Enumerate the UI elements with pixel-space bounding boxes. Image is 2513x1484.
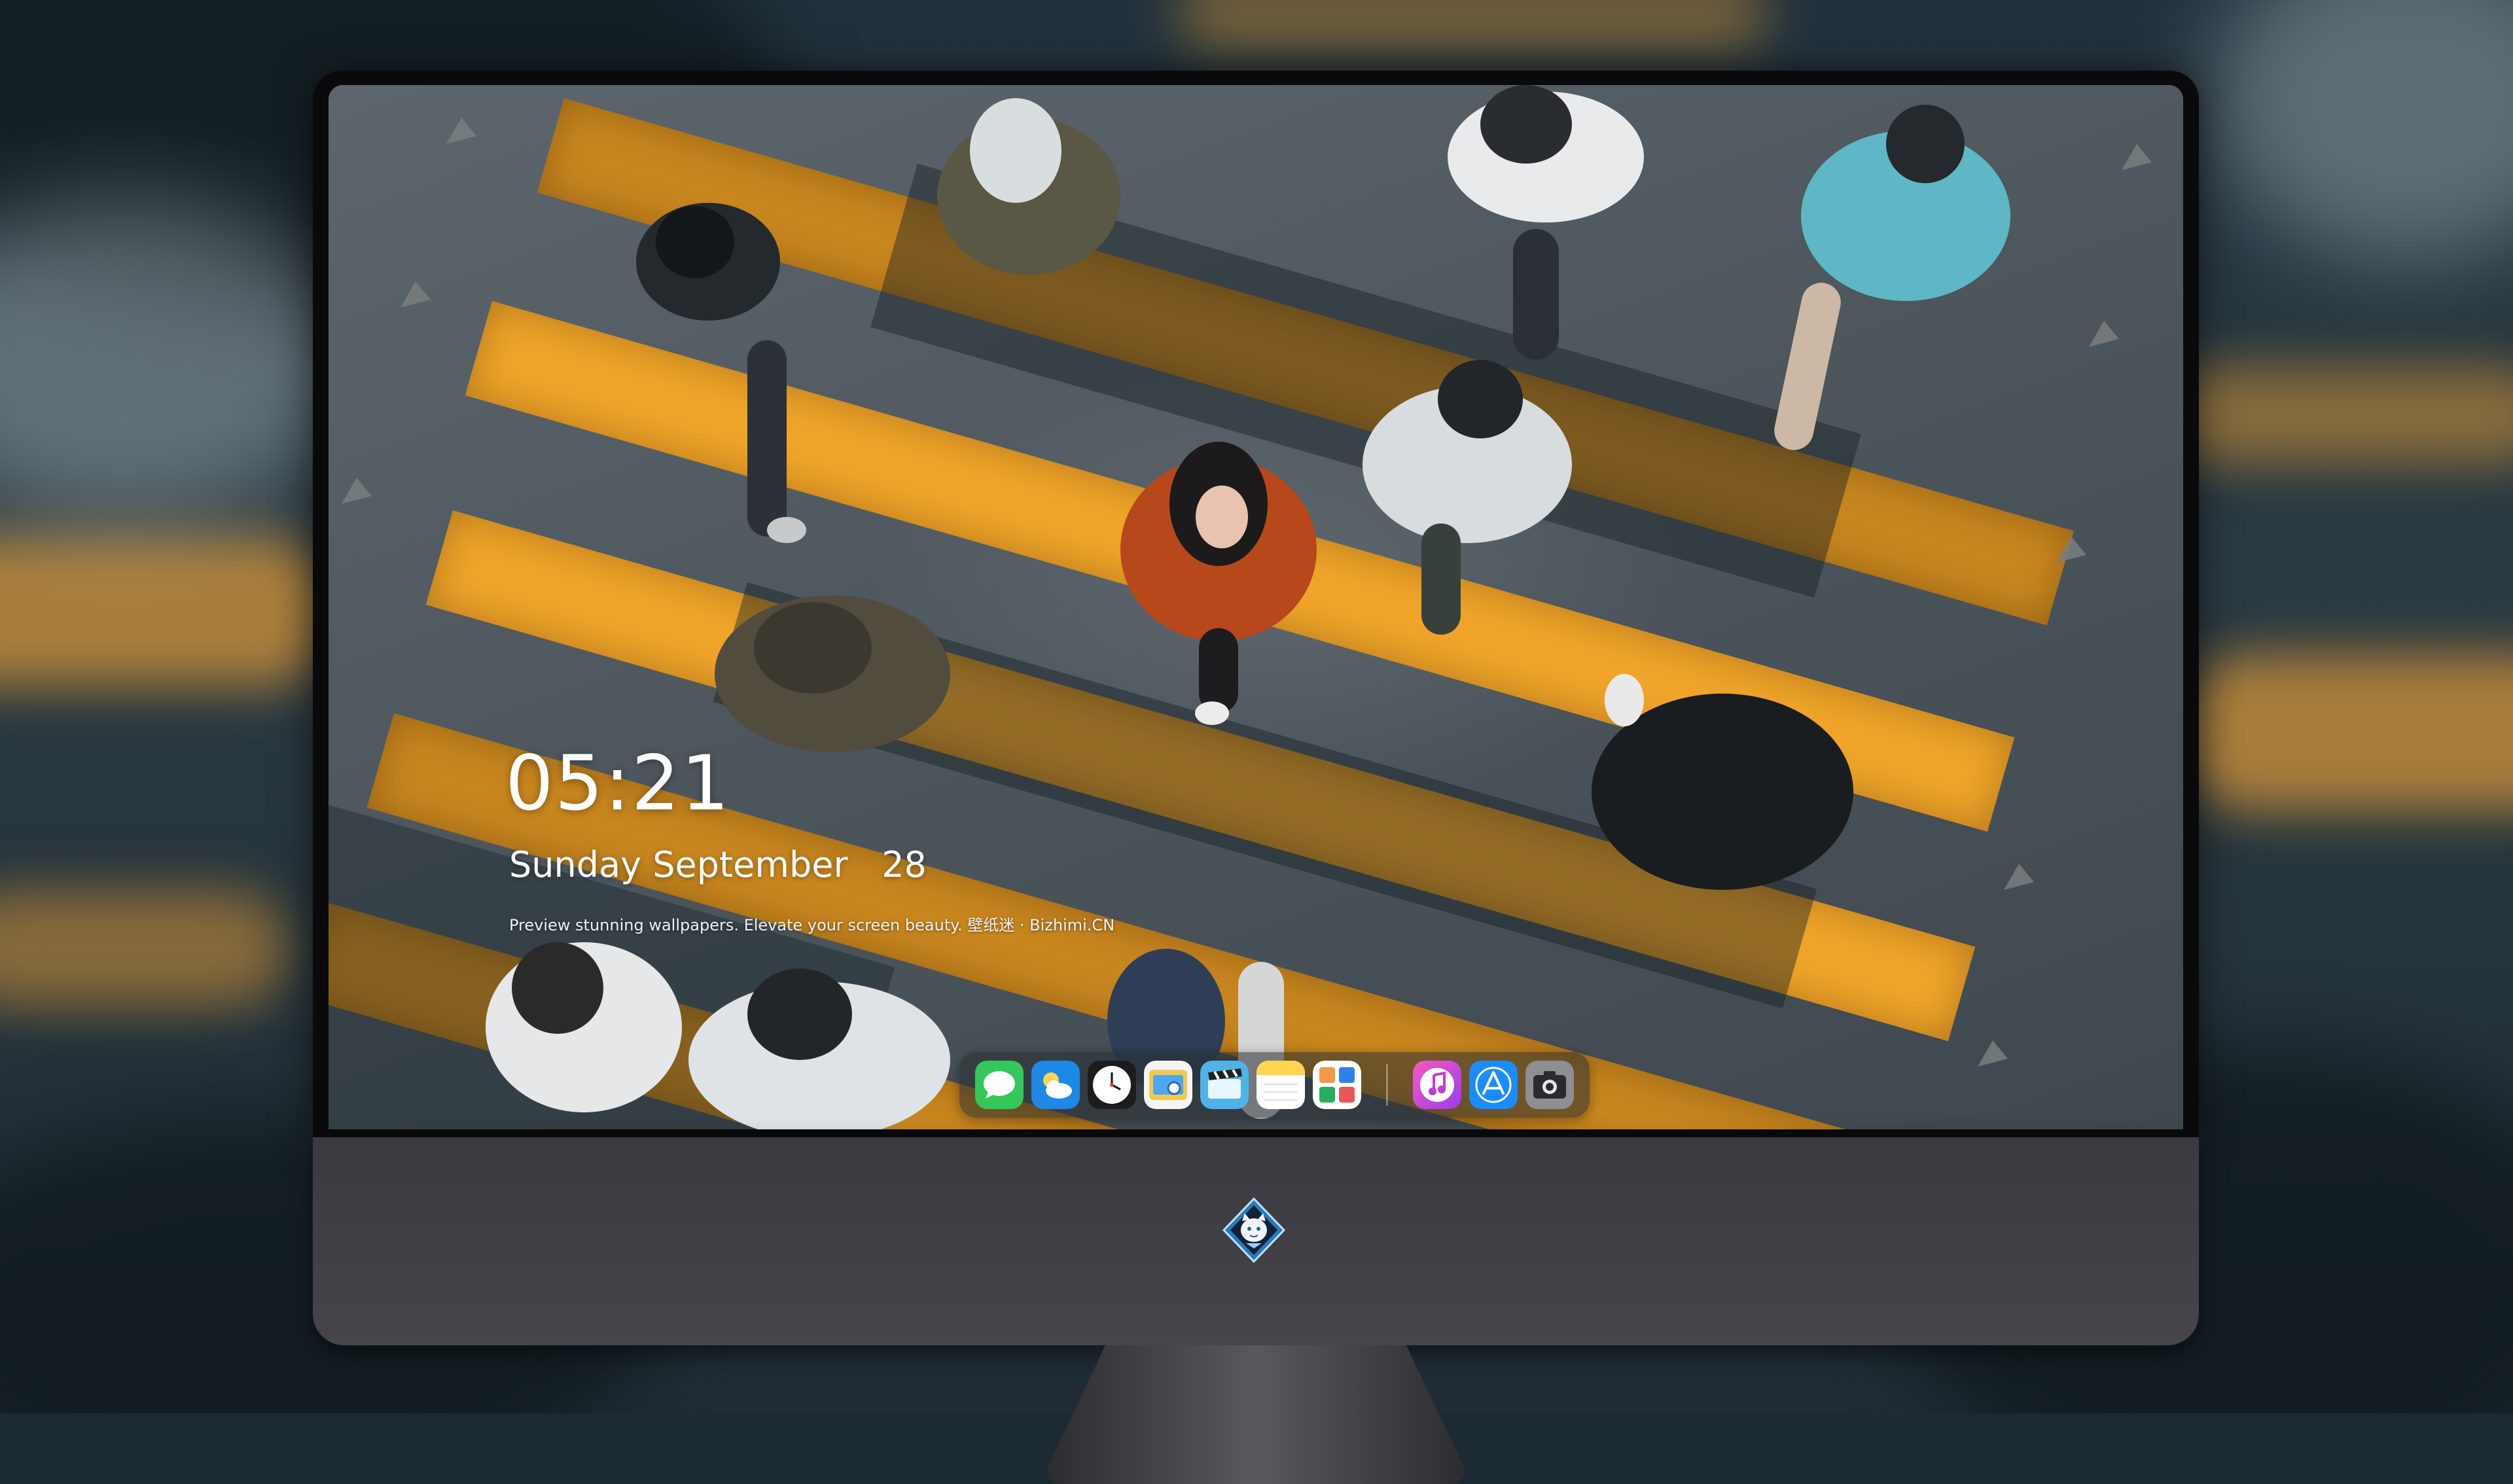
pedestrian-figure — [1120, 442, 1317, 725]
lock-screen-clock: 05:21 — [505, 739, 731, 828]
pedestrian-figure — [486, 942, 682, 1112]
dock — [959, 1052, 1590, 1118]
pedestrian-figure — [937, 98, 1120, 275]
photo-grid-icon[interactable] — [1313, 1061, 1361, 1109]
monitor-chin — [313, 1137, 2199, 1345]
messages-icon[interactable] — [975, 1061, 1024, 1109]
app-store-icon[interactable] — [1469, 1061, 1518, 1109]
monitor-bezel: 05:21 Sunday September 28 Preview stunni… — [313, 71, 2199, 1137]
lock-screen-date: Sunday September 28 — [509, 844, 927, 885]
imac-monitor: 05:21 Sunday September 28 Preview stunni… — [313, 71, 2199, 1484]
bizhimi-cat-logo — [1222, 1197, 1286, 1263]
weather-icon[interactable] — [1031, 1061, 1080, 1109]
pedestrian-figure — [636, 203, 806, 543]
dock-separator — [1386, 1064, 1388, 1106]
monitor-stand — [1046, 1345, 1465, 1484]
pedestrian-figure — [688, 968, 950, 1129]
screenshot-icon[interactable] — [1525, 1061, 1574, 1109]
pedestrian-figure — [715, 595, 950, 752]
wallpaper-tagline: Preview stunning wallpapers. Elevate you… — [509, 916, 1115, 934]
pedestrian-figure — [1774, 105, 2010, 450]
pedestrian-figure — [1363, 360, 1572, 635]
itunes-icon[interactable] — [1413, 1061, 1461, 1109]
desktop-screen: 05:21 Sunday September 28 Preview stunni… — [329, 85, 2183, 1129]
pedestrian-figure — [1448, 85, 1644, 360]
preview-icon[interactable] — [1144, 1061, 1192, 1109]
pedestrian-figure — [1592, 674, 1853, 890]
notes-icon[interactable] — [1256, 1061, 1305, 1109]
clock-icon[interactable] — [1088, 1061, 1136, 1109]
claquette-icon[interactable] — [1200, 1061, 1249, 1109]
